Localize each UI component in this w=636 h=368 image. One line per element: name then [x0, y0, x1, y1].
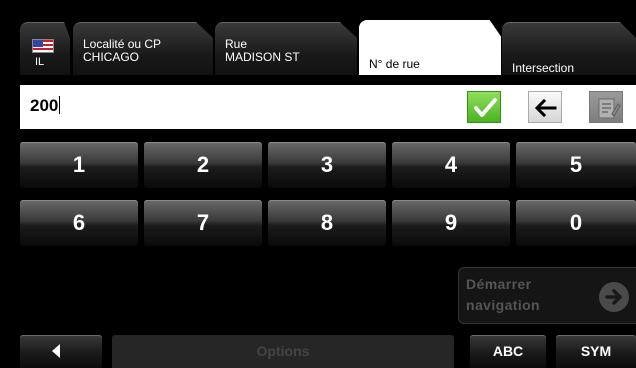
options-button[interactable]: Options [112, 335, 454, 368]
text-caret [59, 96, 61, 114]
notes-button[interactable] [589, 91, 623, 123]
check-icon [474, 98, 497, 117]
key-7[interactable]: 7 [144, 200, 262, 246]
tab-street[interactable]: Rue MADISON ST [215, 22, 357, 75]
key-9[interactable]: 9 [392, 200, 510, 246]
tab-house-number-label: N° de rue [369, 57, 420, 71]
tab-house-number[interactable]: N° de rue [359, 20, 501, 75]
tab-intersection-label: Intersection [512, 61, 575, 75]
tab-city-value: CHICAGO [83, 50, 140, 64]
tab-region[interactable]: IL [20, 22, 70, 75]
start-navigation-label-line2: navigation [466, 297, 541, 313]
key-6[interactable]: 6 [20, 200, 138, 246]
key-8[interactable]: 8 [268, 200, 386, 246]
back-arrow-icon [534, 98, 557, 118]
tab-intersection[interactable]: Intersection [502, 22, 636, 75]
arrow-right-icon [599, 282, 629, 312]
backspace-button[interactable] [528, 91, 562, 123]
confirm-button[interactable] [467, 91, 501, 123]
us-flag-icon [32, 39, 54, 53]
back-button[interactable] [20, 335, 102, 368]
input-value: 200 [30, 96, 59, 115]
tab-bar: IL Localité ou CP CHICAGO Rue MADISON ST… [0, 0, 636, 75]
key-2[interactable]: 2 [144, 142, 262, 188]
key-0[interactable]: 0 [516, 200, 636, 246]
tab-street-value: MADISON ST [225, 50, 300, 64]
start-navigation-button[interactable]: Démarrer navigation [458, 267, 636, 324]
symbol-keyboard-button[interactable]: SYM [556, 335, 636, 368]
house-number-input-row: 200 [20, 85, 636, 129]
key-4[interactable]: 4 [392, 142, 510, 188]
key-1[interactable]: 1 [20, 142, 138, 188]
key-3[interactable]: 3 [268, 142, 386, 188]
house-number-input[interactable]: 200 [30, 96, 61, 116]
start-navigation-label-line1: Démarrer [466, 276, 532, 292]
tab-city[interactable]: Localité ou CP CHICAGO [73, 22, 213, 75]
triangle-left-icon [52, 344, 60, 358]
region-code: IL [35, 56, 45, 68]
bottom-bar: Options ABC SYM [0, 335, 636, 368]
key-5[interactable]: 5 [516, 142, 636, 188]
abc-keyboard-button[interactable]: ABC [470, 335, 546, 368]
notepad-icon [598, 98, 621, 119]
